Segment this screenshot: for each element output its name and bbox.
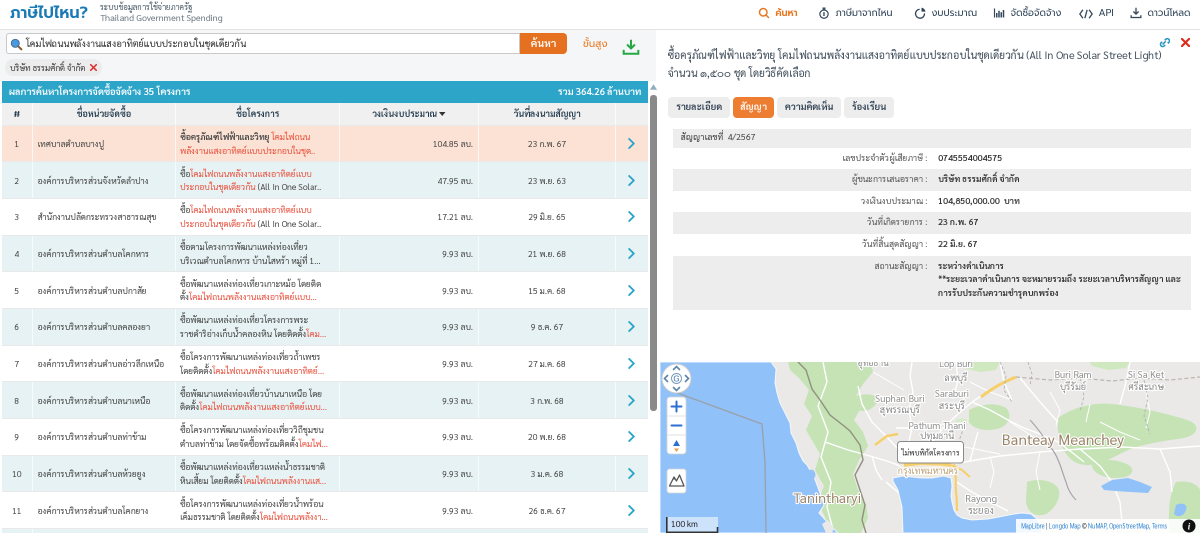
svg-text:ไม่พบพิกัดโครงการ: ไม่พบพิกัดโครงการ [901,447,960,458]
svg-text:Si Sa Ket: Si Sa Ket [1127,369,1164,381]
svg-text:สุพรรณบุรี: สุพรรณบุรี [880,403,921,417]
svg-text:Banteay Meanchey: Banteay Meanchey [1002,430,1124,449]
svg-text:กรุงเทพมหานคร: กรุงเทพมหานคร [898,465,959,477]
svg-text:ปทุมธานี: ปทุมธานี [920,429,954,443]
svg-text:บุรีรัมย์: บุรีรัมย์ [1060,379,1087,394]
svg-text:สระบุรี: สระบุรี [939,399,965,413]
svg-text:ลพบุรี: ลพบุรี [944,371,967,385]
svg-text:100 km: 100 km [671,518,698,529]
svg-text:Tanintharyi: Tanintharyi [792,489,861,507]
svg-text:ศรีสะเกษ: ศรีสะเกษ [1128,380,1164,393]
svg-text:Saraburi: Saraburi [934,388,969,400]
svg-text:Lop Buri: Lop Buri [939,362,973,370]
svg-text:ระยอง: ระยอง [968,504,994,517]
svg-text:MapLibre | Longdo Map © NuMAP,: MapLibre | Longdo Map © NuMAP, OpenStree… [1021,521,1168,531]
svg-text:Buri Ram: Buri Ram [1054,369,1091,381]
svg-text:G: G [673,375,679,384]
svg-text:อุทัยธานี: อุทัยธานี [857,362,889,369]
